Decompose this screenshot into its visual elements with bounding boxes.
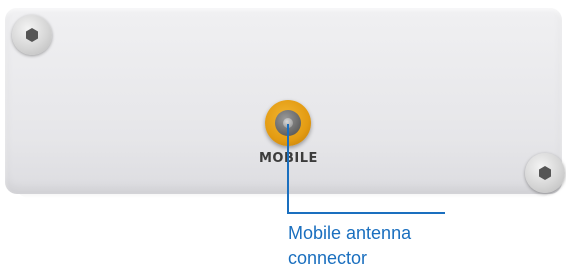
callout-caption: Mobile antenna connector [288, 223, 412, 268]
device-panel-view: MOBILE Mobile antenna connector [0, 0, 566, 273]
